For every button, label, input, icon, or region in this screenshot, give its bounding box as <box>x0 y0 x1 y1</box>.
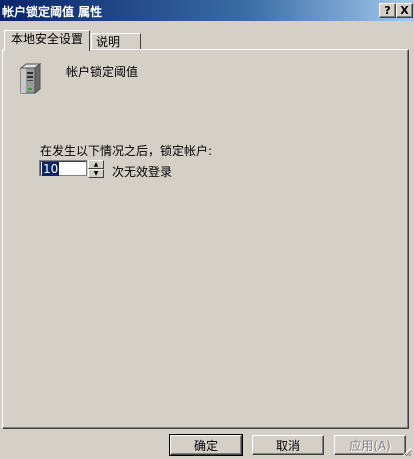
tab-panel <box>2 49 409 429</box>
tab-label: 说明 <box>96 35 121 49</box>
threshold-unit-label: 次无效登录 <box>112 165 173 179</box>
cancel-button[interactable]: 取消 <box>252 435 324 455</box>
lockout-threshold-input[interactable]: 10 <box>39 160 87 176</box>
lockout-prompt: 在发生以下情况之后，锁定帐户: <box>40 144 213 158</box>
threshold-spinner: ▲ ▼ <box>88 160 104 178</box>
window-title: 帐户锁定阈值 属性 <box>2 5 103 19</box>
resize-grip-icon[interactable] <box>402 447 412 457</box>
close-button[interactable]: X <box>396 3 413 18</box>
spin-up-button[interactable]: ▲ <box>88 160 104 169</box>
title-bar: 帐户锁定阈值 属性 ? X <box>0 0 414 21</box>
server-icon <box>19 62 42 94</box>
tab-label: 本地安全设置 <box>11 32 84 46</box>
tab-local-security-setting[interactable]: 本地安全设置 <box>4 30 91 51</box>
spin-down-button[interactable]: ▼ <box>88 169 104 178</box>
apply-button[interactable]: 应用(A) <box>334 435 406 455</box>
help-button[interactable]: ? <box>379 3 396 18</box>
threshold-value: 10 <box>42 162 60 176</box>
policy-name: 帐户锁定阈值 <box>66 65 139 79</box>
ok-button[interactable]: 确定 <box>169 434 243 456</box>
